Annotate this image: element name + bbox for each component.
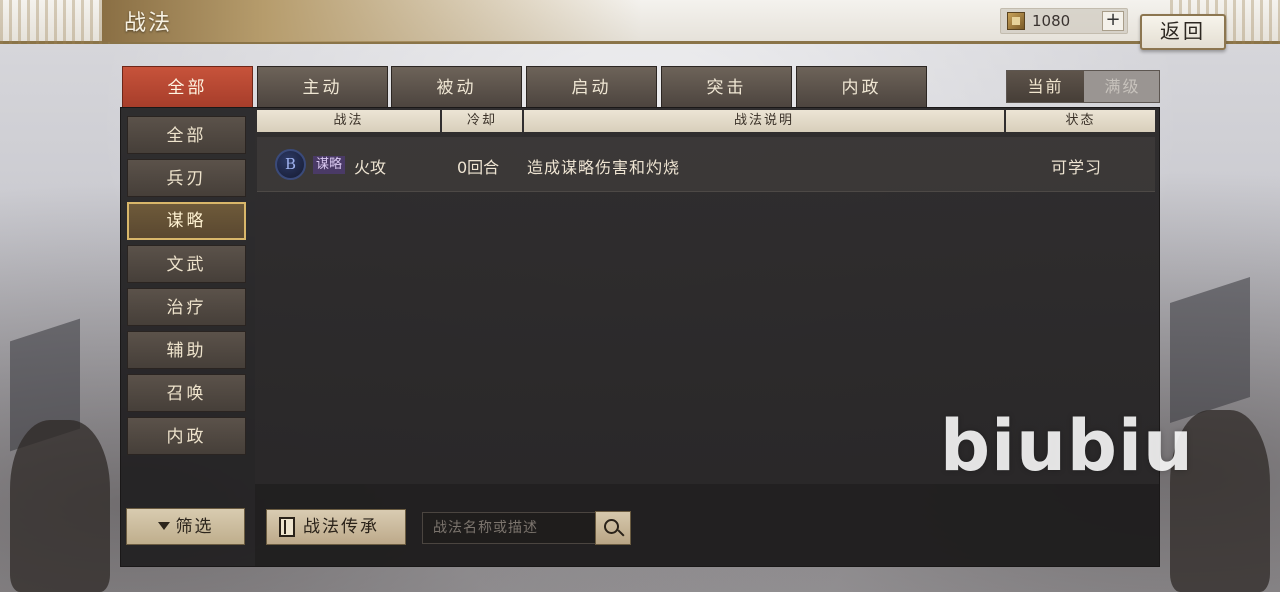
inherit-label: 战法传承 [303,517,379,537]
filter-label: 筛选 [175,517,214,537]
toggle-max-level[interactable]: 满级 [1084,71,1161,102]
column-header-description: 战法说明 [524,110,1004,132]
table-row[interactable]: B 谋略 火攻 0回合 造成谋略伤害和灼烧 可学习 [257,137,1155,192]
sidebar-item-hybrid[interactable]: 文武 [127,245,246,283]
tab-trigger[interactable]: 启动 [526,66,657,108]
back-button[interactable]: 返回 [1140,14,1226,50]
currency-display: 1080 + [1000,8,1128,34]
column-header-skill: 战法 [257,110,440,132]
sidebar-item-summon[interactable]: 召唤 [127,374,246,412]
watermark: biubiu [940,405,1194,487]
sidebar-item-strategy[interactable]: 谋略 [127,202,246,240]
toggle-current[interactable]: 当前 [1007,71,1084,102]
level-toggle: 当前 满级 [1006,70,1160,103]
sidebar-item-internal[interactable]: 内政 [127,417,246,455]
tab-passive[interactable]: 被动 [391,66,522,108]
currency-value: 1080 [1032,12,1071,30]
page-title: 战法 [124,11,173,36]
type-tag: 谋略 [313,156,346,174]
column-header-status: 状态 [1006,110,1155,132]
add-currency-button[interactable]: + [1102,11,1124,31]
grade-b-icon: B [275,149,306,180]
coin-icon [1007,12,1025,30]
background-warrior-left [10,420,110,592]
skill-name: 火攻 [354,158,387,177]
tab-internal[interactable]: 内政 [796,66,927,108]
search-button[interactable] [595,511,631,545]
search-icon [604,519,619,534]
funnel-icon [157,522,170,530]
skill-inherit-button[interactable]: 战法传承 [266,509,406,545]
skill-cooldown: 0回合 [457,158,500,177]
sidebar-item-heal[interactable]: 治疗 [127,288,246,326]
skill-description: 造成谋略伤害和灼烧 [527,158,681,177]
sidebar-item-weapon[interactable]: 兵刃 [127,159,246,197]
title-plate [102,0,642,42]
search-input[interactable] [422,512,596,544]
sidebar-item-all[interactable]: 全部 [127,116,246,154]
top-bar: 战法 1080 + [0,0,1280,44]
skill-status: 可学习 [1051,158,1103,177]
ornament-left [0,0,110,44]
tab-assault[interactable]: 突击 [661,66,792,108]
sidebar-item-support[interactable]: 辅助 [127,331,246,369]
tab-active[interactable]: 主动 [257,66,388,108]
column-header-cooldown: 冷却 [442,110,522,132]
filter-button[interactable]: 筛选 [126,508,245,545]
book-icon [279,517,295,537]
tab-all[interactable]: 全部 [122,66,253,108]
